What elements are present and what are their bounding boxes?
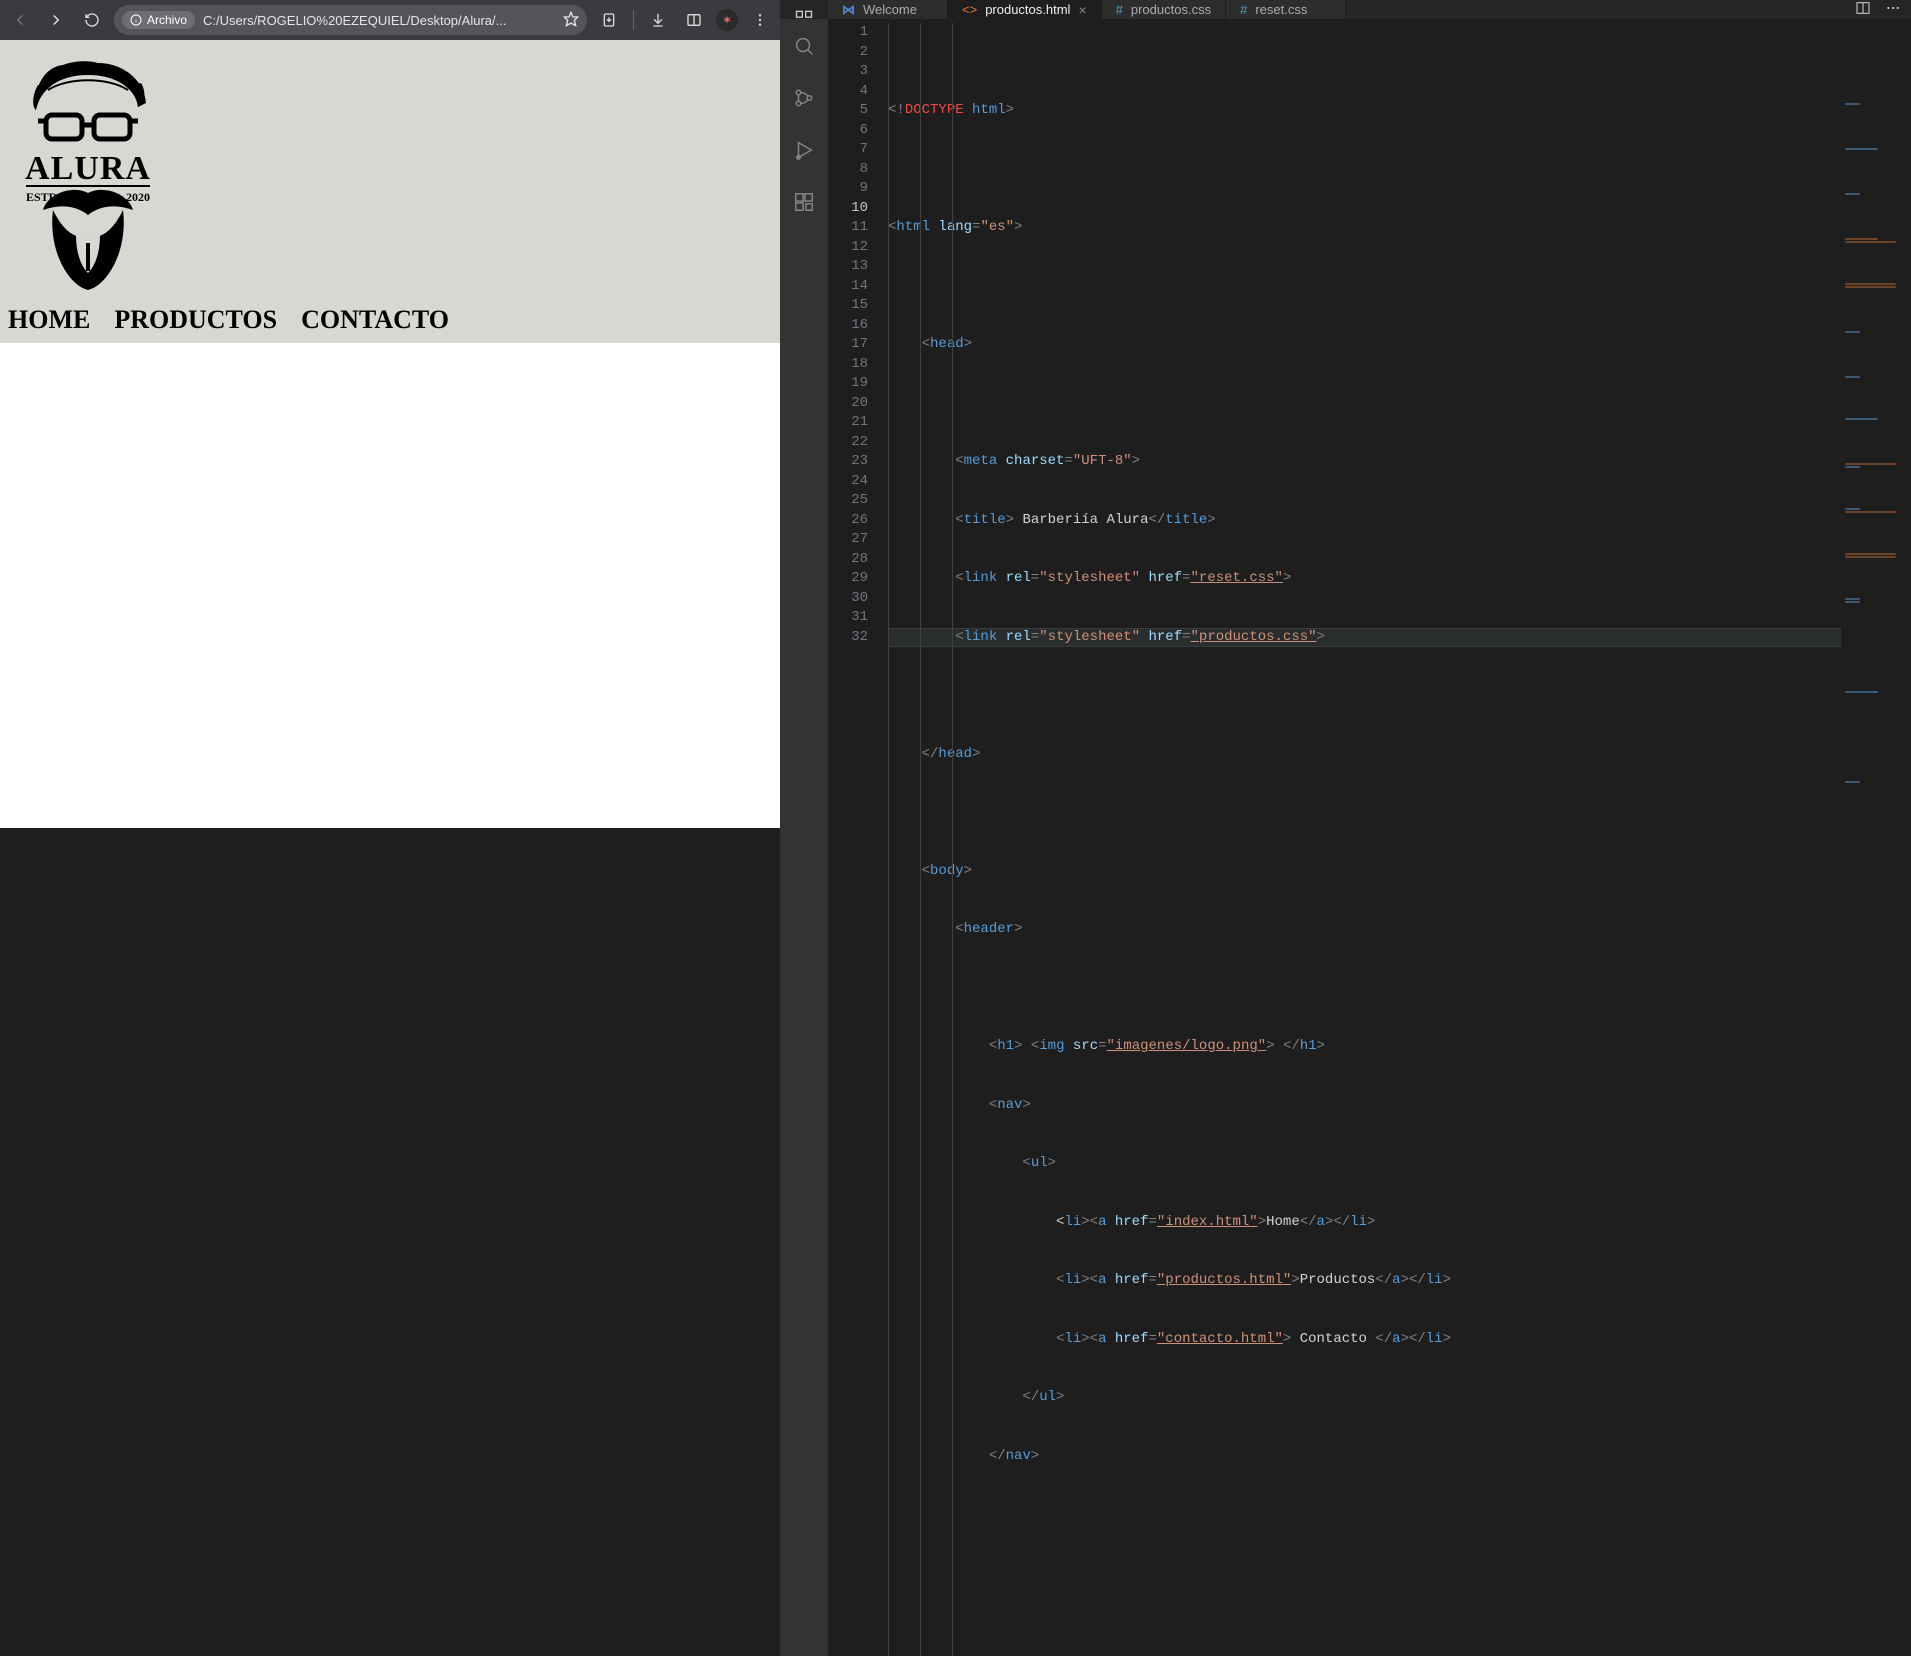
minimap[interactable]: [1841, 19, 1911, 1656]
info-icon: [130, 14, 142, 26]
vscode-icon: ⋈: [842, 2, 855, 18]
address-bar[interactable]: Archivo C:/Users/ROGELIO%20EZEQUIEL/Desk…: [114, 5, 587, 35]
editor-area: 123 456 789 10 111213 141516 171819 2021…: [780, 19, 1911, 1656]
tab-productos-html[interactable]: <> productos.html ×: [948, 0, 1102, 19]
tab-label: productos.css: [1131, 2, 1211, 17]
search-icon[interactable]: [780, 31, 828, 61]
forward-button[interactable]: [42, 6, 70, 34]
download-icon[interactable]: [644, 6, 672, 34]
html-icon: <>: [962, 2, 977, 17]
file-origin-label: Archivo: [147, 13, 187, 27]
toolbar-separator: [633, 10, 634, 30]
code-editor[interactable]: <!DOCTYPE html> <html lang="es"> <head> …: [880, 19, 1911, 1656]
menu-icon[interactable]: [746, 6, 774, 34]
editor-tabs: ⋈ Welcome <> productos.html × # producto…: [780, 0, 1911, 19]
logo-year: 2020: [126, 190, 150, 204]
run-debug-icon[interactable]: [780, 135, 828, 165]
tab-label: reset.css: [1255, 2, 1307, 17]
logo: ALURA ESTD 2020: [0, 55, 780, 295]
install-icon[interactable]: [595, 6, 623, 34]
more-icon[interactable]: [1885, 0, 1901, 19]
url-text: C:/Users/ROGELIO%20EZEQUIEL/Desktop/Alur…: [203, 13, 506, 28]
source-control-icon[interactable]: [780, 83, 828, 113]
nav-home[interactable]: HOME: [8, 305, 90, 335]
page-nav: HOME PRODUCTOS CONTACTO: [0, 295, 780, 343]
tab-label: Welcome: [863, 2, 917, 17]
split-editor-icon[interactable]: [1855, 0, 1871, 19]
extension-icon[interactable]: ✶: [716, 9, 738, 31]
tab-welcome[interactable]: ⋈ Welcome: [828, 0, 948, 19]
page-content: ALURA ESTD 2020 HOME PRODUCTOS CONTACTO: [0, 40, 780, 828]
star-icon[interactable]: [563, 11, 579, 30]
browser-toolbar: Archivo C:/Users/ROGELIO%20EZEQUIEL/Desk…: [0, 0, 780, 40]
alura-logo-icon: ALURA ESTD 2020: [18, 55, 158, 295]
activity-bar: [780, 19, 828, 1656]
sidebar-icon[interactable]: [680, 6, 708, 34]
tab-productos-css[interactable]: # productos.css: [1102, 0, 1226, 19]
file-origin-pill: Archivo: [122, 11, 195, 29]
page-header: ALURA ESTD 2020 HOME PRODUCTOS CONTACTO: [0, 40, 780, 343]
css-icon: #: [1240, 2, 1247, 17]
logo-main-text: ALURA: [25, 150, 151, 187]
reload-button[interactable]: [78, 6, 106, 34]
close-icon[interactable]: ×: [1078, 2, 1086, 18]
browser-window: Archivo C:/Users/ROGELIO%20EZEQUIEL/Desk…: [0, 0, 780, 828]
nav-productos[interactable]: PRODUCTOS: [114, 305, 277, 335]
css-icon: #: [1116, 2, 1123, 17]
tab-actions: [1845, 0, 1911, 19]
tab-reset-css[interactable]: # reset.css: [1226, 0, 1346, 19]
tab-label: productos.html: [985, 2, 1070, 17]
extensions-icon[interactable]: [780, 187, 828, 217]
nav-contacto[interactable]: CONTACTO: [301, 305, 449, 335]
line-numbers: 123 456 789 10 111213 141516 171819 2021…: [828, 19, 880, 1656]
vscode-window: ⋈ Welcome <> productos.html × # producto…: [780, 0, 1911, 828]
back-button[interactable]: [6, 6, 34, 34]
